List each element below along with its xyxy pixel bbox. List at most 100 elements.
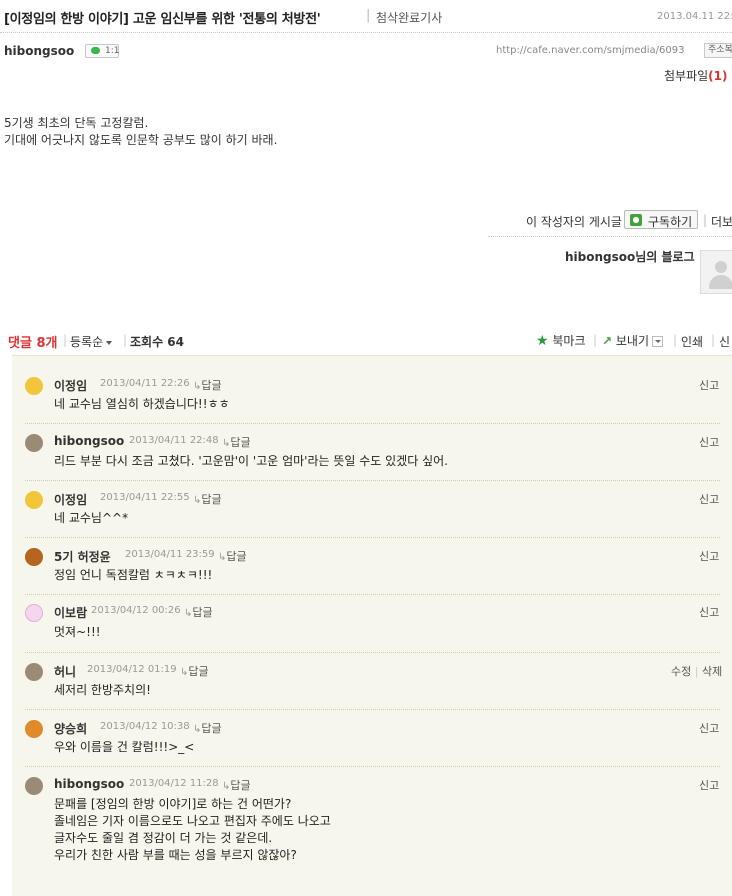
comment-date: 2013/04/12 10:38 xyxy=(100,721,190,732)
comment-text: 멋져~!!! xyxy=(54,625,101,639)
share-icon: ↗ xyxy=(602,334,613,348)
comment-text: 우와 이름을 건 칼럼!!!>_< xyxy=(54,740,195,754)
send-dropdown-icon[interactable] xyxy=(652,336,664,347)
comment-author[interactable]: 이정임 xyxy=(54,491,87,508)
reply-link[interactable]: ↳답글 xyxy=(193,491,222,507)
comment-date: 2013/04/11 22:55 xyxy=(100,492,190,503)
print-button[interactable]: 인쇄 xyxy=(681,333,703,350)
comment-author[interactable]: 이보람 xyxy=(54,604,87,621)
bar-separator: | xyxy=(673,333,678,347)
blog-divider xyxy=(488,236,732,237)
comment-text: 세저리 한방주치의! xyxy=(54,683,151,697)
chat-button[interactable]: 1:1 xyxy=(85,44,119,58)
more-link[interactable]: 더보 xyxy=(711,213,732,230)
attachment-label: 첨부파일 xyxy=(664,69,709,83)
report-link[interactable]: 신고 xyxy=(699,777,719,793)
report-link[interactable]: 신고 xyxy=(699,491,719,507)
post-body-line: 5기생 최초의 단독 고정칼럼. xyxy=(4,116,149,130)
attachment-link[interactable]: 첨부파일(1) xyxy=(664,67,728,84)
header-divider xyxy=(0,32,732,33)
reply-label: 답글 xyxy=(230,436,251,449)
send-button[interactable]: ↗ 보내기 xyxy=(602,332,664,349)
report-link[interactable]: 신고 xyxy=(699,377,719,393)
avatar[interactable] xyxy=(25,377,43,395)
report-link[interactable]: 신고 xyxy=(699,604,719,620)
reply-label: 답글 xyxy=(201,493,222,506)
author-posts-link[interactable]: 이 작성자의 게시글 xyxy=(526,213,622,230)
reply-label: 답글 xyxy=(192,606,213,619)
avatar[interactable] xyxy=(25,491,43,509)
reply-link[interactable]: ↳답글 xyxy=(180,663,209,679)
reply-link[interactable]: ↳답글 xyxy=(184,604,213,620)
reply-link[interactable]: ↳답글 xyxy=(218,548,247,564)
attachment-count: (1) xyxy=(708,69,728,83)
sort-dropdown[interactable]: 등록순 xyxy=(70,333,113,350)
comment-author[interactable]: 양승희 xyxy=(54,720,87,737)
chat-button-label: 1:1 xyxy=(105,46,120,56)
comment-date: 2013/04/11 23:59 xyxy=(125,549,215,560)
comment-date: 2013/04/11 22:26 xyxy=(100,378,190,389)
comment-author[interactable]: 허니 xyxy=(54,663,76,680)
bar-separator: | xyxy=(593,333,598,347)
reply-link[interactable]: ↳답글 xyxy=(222,434,251,450)
comment-divider xyxy=(25,594,720,595)
comment-divider xyxy=(25,480,720,481)
reply-link[interactable]: ↳답글 xyxy=(193,720,222,736)
edit-link[interactable]: 수정 xyxy=(671,665,691,678)
bookmark-label: 북마크 xyxy=(552,334,586,348)
report-link[interactable]: 신고 xyxy=(699,548,719,564)
comment-text: 졸네임은 기자 이름으로도 나오고 편집자 주에도 나오고 xyxy=(54,814,331,828)
reply-label: 답글 xyxy=(201,379,222,392)
reply-label: 답글 xyxy=(226,550,247,563)
post-category-tag[interactable]: 첨삭완료기사 xyxy=(376,9,442,26)
subscribe-button[interactable]: ● 구독하기 xyxy=(624,210,698,229)
avatar[interactable] xyxy=(25,663,43,681)
reply-link[interactable]: ↳답글 xyxy=(222,777,251,793)
post-body-line: 기대에 어긋나지 않도록 인문학 공부도 많이 하기 바래. xyxy=(4,133,278,147)
comment-text: 정임 언니 독점칼럼 ㅊㅋㅊㅋ!!! xyxy=(54,568,213,582)
avatar-placeholder-icon xyxy=(715,261,727,273)
comment-divider xyxy=(25,537,720,538)
more-separator: | xyxy=(703,213,708,227)
comment-count-value: 8개 xyxy=(36,336,58,351)
avatar-placeholder-body xyxy=(709,275,732,289)
report-link[interactable]: 신고 xyxy=(699,720,719,736)
comment-author[interactable]: 5기 허정윤 xyxy=(54,548,111,565)
delete-link[interactable]: 삭제 xyxy=(702,665,722,678)
star-icon: ★ xyxy=(536,333,549,349)
blog-avatar[interactable] xyxy=(700,250,732,294)
avatar[interactable] xyxy=(25,548,43,566)
copy-url-button[interactable]: 주소복사 xyxy=(704,43,732,58)
bar-separator: | xyxy=(123,333,128,347)
title-separator: | xyxy=(366,8,371,23)
reply-link[interactable]: ↳답글 xyxy=(193,377,222,393)
post-date: 2013.04.11 22:0 xyxy=(657,11,732,22)
chat-bubble-icon xyxy=(91,47,100,54)
comment-author[interactable]: hibongsoo xyxy=(54,434,124,448)
comment-text: 리드 부분 다시 조금 고쳤다. '고운맘'이 '고운 엄마'라는 뜻일 수도 … xyxy=(54,454,448,468)
comment-divider xyxy=(25,423,720,424)
report-button[interactable]: 신 xyxy=(719,333,730,350)
comment-count-label: 댓글 xyxy=(8,336,32,351)
comment-author[interactable]: hibongsoo xyxy=(54,777,124,791)
blog-link[interactable]: hibongsoo님의 블로그 xyxy=(565,248,695,265)
report-link[interactable]: 신고 xyxy=(699,434,719,450)
avatar[interactable] xyxy=(25,720,43,738)
avatar[interactable] xyxy=(25,604,43,622)
comment-divider xyxy=(25,766,720,767)
rss-icon: ● xyxy=(630,214,642,226)
post-title: [이정임의 한방 이야기] 고운 임신부를 위한 '전통의 처방전' xyxy=(4,12,321,27)
comment-text: 문패를 [정임의 한방 이야기]로 하는 건 어떤가? xyxy=(54,797,292,811)
view-count: 조회수 64 xyxy=(130,335,184,349)
comment-author[interactable]: 이정임 xyxy=(54,377,87,394)
avatar[interactable] xyxy=(25,777,43,795)
comment-text: 글자수도 줄일 겸 정감이 더 가는 것 같은데. xyxy=(54,831,273,845)
bar-separator: | xyxy=(711,333,716,347)
bookmark-button[interactable]: ★ 북마크 xyxy=(536,332,586,349)
comment-count[interactable]: 댓글 8개 xyxy=(8,332,57,351)
send-label: 보내기 xyxy=(615,334,650,348)
comment-date: 2013/04/12 01:19 xyxy=(87,664,177,675)
avatar[interactable] xyxy=(25,434,43,452)
post-author[interactable]: hibongsoo xyxy=(4,44,74,58)
post-url: http://cafe.naver.com/smjmedia/6093 xyxy=(496,45,685,56)
